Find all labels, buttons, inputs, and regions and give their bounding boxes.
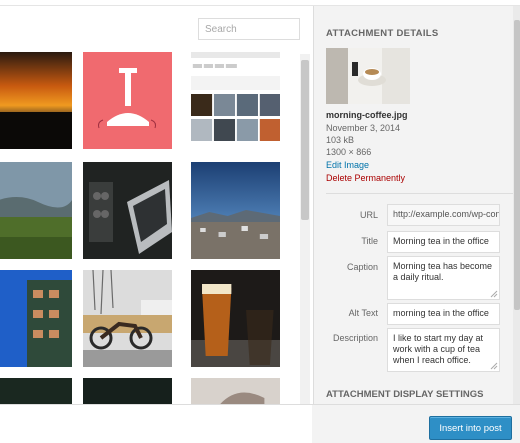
url-label: URL [359, 210, 378, 220]
attachment-dimensions: 1300 × 866 [326, 147, 372, 157]
caption-label: Caption [346, 262, 378, 272]
attachment-filesize: 103 kB [326, 135, 355, 145]
search-input[interactable] [198, 18, 300, 40]
attachment-details-heading: ATTACHMENT DETAILS [326, 28, 439, 39]
thumbnail-pink-lamp-illustration[interactable] [83, 52, 172, 149]
thumbnail-screenshot-grid[interactable] [191, 52, 280, 149]
thumbnail-dark-photo-2[interactable] [83, 378, 172, 404]
insert-into-post-button[interactable]: Insert into post [429, 416, 512, 440]
browser-scrollbar-thumb[interactable] [301, 60, 309, 220]
thumbnail-sunset-clouds[interactable] [0, 52, 72, 149]
title-field[interactable]: Morning tea in the office [387, 231, 500, 253]
thumbnail-laptop-desk[interactable] [83, 162, 172, 259]
thumbnail-glass-of-beer[interactable] [191, 270, 280, 367]
alt-text-field[interactable]: morning tea in the office [387, 303, 500, 325]
description-label: Description [332, 333, 378, 343]
thumbnail-hand-photo[interactable] [191, 378, 280, 404]
thumbnail-motorcycle-street[interactable] [83, 270, 172, 367]
title-label: Title [361, 236, 378, 246]
media-browser [0, 6, 312, 404]
attachment-filename: morning-coffee.jpg [326, 110, 408, 120]
attachment-details-sidebar: ATTACHMENT DETAILS morning-coffee.jpg No… [313, 6, 520, 404]
delete-permanently-link[interactable]: Delete Permanently [326, 173, 405, 183]
edit-image-link[interactable]: Edit Image [326, 160, 369, 170]
attachment-date: November 3, 2014 [326, 123, 401, 133]
thumbnail-mountain-landscape[interactable] [0, 162, 72, 259]
sidebar-divider [326, 193, 516, 194]
thumbnail-city-skyline[interactable] [191, 162, 280, 259]
caption-resize-handle[interactable] [490, 290, 498, 298]
alt-text-label: Alt Text [348, 308, 378, 318]
url-field[interactable]: http://example.com/wp-content [387, 204, 500, 226]
thumbnail-dark-photo[interactable] [0, 378, 72, 404]
attachment-display-settings-heading: ATTACHMENT DISPLAY SETTINGS [326, 389, 484, 400]
attachment-preview-image [326, 48, 410, 104]
caption-field[interactable]: Morning tea has become a daily ritual. [387, 256, 500, 300]
thumbnail-blue-building[interactable] [0, 270, 72, 367]
sidebar-scrollbar-thumb[interactable] [514, 20, 520, 310]
description-resize-handle[interactable] [490, 362, 498, 370]
description-field[interactable]: I like to start my day at work with a cu… [387, 328, 500, 372]
